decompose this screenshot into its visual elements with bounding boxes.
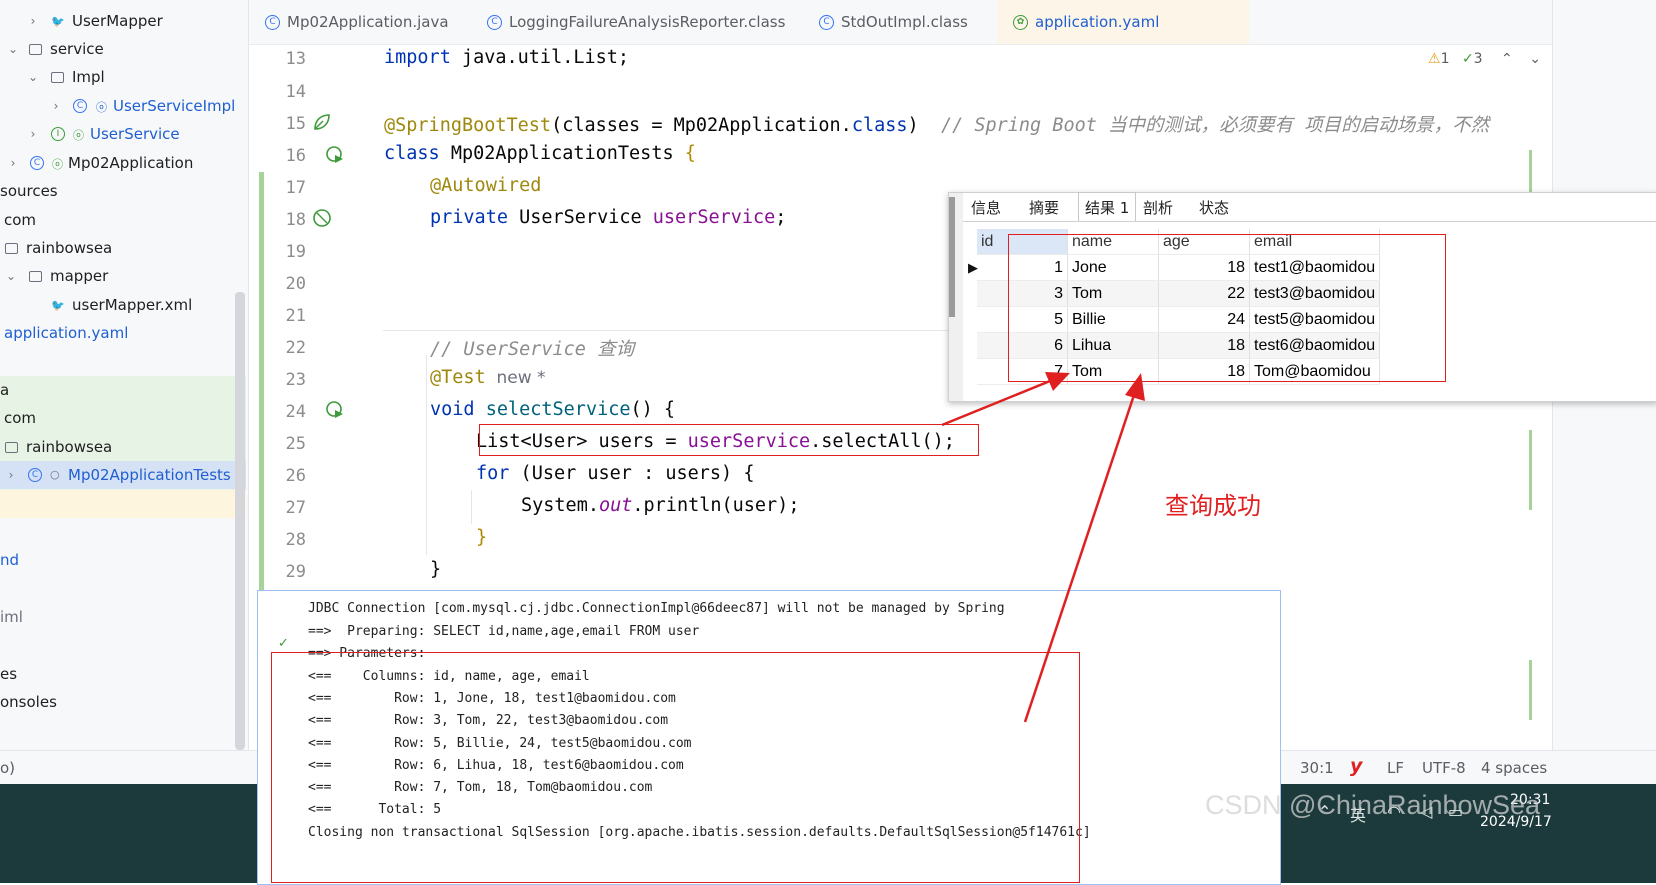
annotation-arrows xyxy=(941,372,1145,723)
arrow-head-icon xyxy=(1125,373,1145,401)
watermark: CSDN @ChinaRainbowSea xyxy=(1205,790,1541,820)
annotation-label: 查询成功 xyxy=(1165,492,1261,520)
